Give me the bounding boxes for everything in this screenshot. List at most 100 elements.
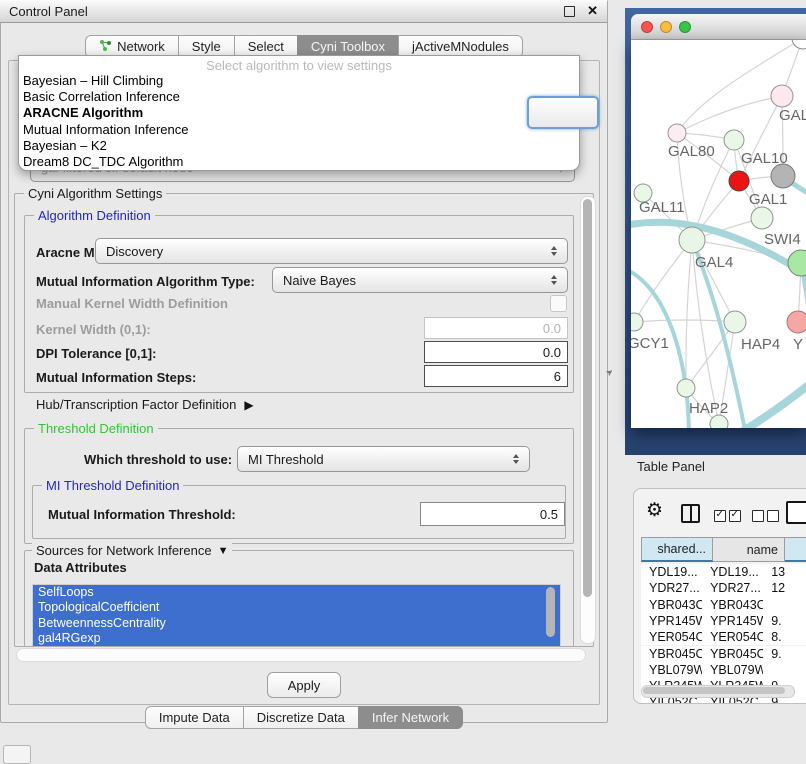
column-header[interactable]: A xyxy=(785,537,806,562)
tab-label: Select xyxy=(248,36,284,57)
minimize-traffic-light[interactable] xyxy=(660,21,672,33)
table-cell: YPR145W xyxy=(702,613,763,629)
table-row[interactable]: YBL079WYBL079W xyxy=(641,662,806,678)
table-row[interactable]: YDL19...YDL19...13 xyxy=(641,564,806,580)
table-cell: YBR045C xyxy=(641,646,702,662)
which-threshold-label: Which threshold to use: xyxy=(84,452,232,467)
mi-type-value: Naive Bayes xyxy=(283,273,356,288)
checkbox-unchecked-icon xyxy=(752,510,764,522)
cyni-settings-legend: Cyni Algorithm Settings xyxy=(24,186,166,201)
table-hscrollbar[interactable] xyxy=(641,685,795,698)
mi-steps-field[interactable]: 6 xyxy=(424,365,568,387)
node-unlabeled-green[interactable] xyxy=(788,250,806,276)
network-window-titlebar[interactable] xyxy=(631,14,806,40)
algorithm-definition-legend: Algorithm Definition xyxy=(34,208,155,223)
zoom-traffic-light[interactable] xyxy=(679,21,691,33)
mi-threshold-field[interactable]: 0.5 xyxy=(420,502,565,526)
table-row[interactable]: YBR043CYBR043C xyxy=(641,597,806,613)
which-threshold-combo[interactable]: MI Threshold xyxy=(237,446,530,472)
attribute-item[interactable]: TopologicalCoefficient xyxy=(33,600,560,615)
table-row[interactable]: YBR045CYBR045C9. xyxy=(641,646,806,662)
control-panel-titlebar: Control Panel ✕ xyxy=(0,0,607,23)
kernel-width-label: Kernel Width (0,1): xyxy=(36,322,151,337)
dropdown-item[interactable]: Dream8 DC_TDC Algorithm xyxy=(19,154,579,170)
settings-vscrollbar-thumb[interactable] xyxy=(583,199,592,597)
gear-icon[interactable]: ⚙ xyxy=(646,499,663,522)
expand-arrow-icon[interactable]: ▼ xyxy=(218,545,229,557)
node-gal1[interactable] xyxy=(729,171,749,191)
node-unlabeled-gray[interactable] xyxy=(771,164,795,188)
node-gal80[interactable] xyxy=(668,124,686,142)
collapse-arrow-icon[interactable]: ▶ xyxy=(244,398,253,412)
dropdown-item[interactable]: Bayesian – Hill Climbing xyxy=(19,73,579,89)
attribute-item[interactable]: SelfLoops xyxy=(33,585,560,600)
sources-legend-label: Sources for Network Inference xyxy=(36,543,212,558)
node-label: GAL xyxy=(779,107,806,124)
node-gal4[interactable] xyxy=(679,227,705,253)
table-row[interactable]: YDR27...YDR27...12 xyxy=(641,580,806,596)
table-hscrollbar-thumb[interactable] xyxy=(643,687,785,694)
close-icon[interactable]: ✕ xyxy=(587,3,598,19)
settings-vscrollbar[interactable] xyxy=(580,196,596,644)
table-row[interactable]: YPR145WYPR145W9. xyxy=(641,613,806,629)
settings-hscrollbar[interactable] xyxy=(16,648,586,662)
checkbox-unchecked-icon xyxy=(767,510,779,522)
new-table-icon[interactable] xyxy=(786,501,806,524)
node-salmon[interactable] xyxy=(787,311,806,333)
attr-list-scrollbar-thumb[interactable] xyxy=(546,587,555,637)
dropdown-item[interactable]: Mutual Information Inference xyxy=(19,122,579,138)
apply-button-label: Apply xyxy=(288,678,321,693)
node-label: SWI4 xyxy=(764,231,801,248)
bottom-tab-infer-network[interactable]: Infer Network xyxy=(358,706,463,729)
hub-definition-toggle[interactable]: Hub/Transcription Factor Definition ▶ xyxy=(36,397,254,412)
dropdown-item[interactable]: Bayesian – K2 xyxy=(19,138,579,154)
node-label: GAL11 xyxy=(639,199,685,216)
show-selected-columns-icon[interactable] xyxy=(714,509,744,527)
kernel-width-value: 0.0 xyxy=(543,321,561,336)
hide-columns-icon[interactable] xyxy=(752,509,782,527)
node-hap4[interactable] xyxy=(724,311,746,333)
column-header[interactable]: name xyxy=(713,537,785,562)
column-header[interactable]: shared... xyxy=(641,537,713,562)
minimized-panel-button[interactable] xyxy=(3,745,31,764)
float-window-icon[interactable] xyxy=(564,6,575,17)
threshold-definition-legend: Threshold Definition xyxy=(34,421,158,436)
sources-legend[interactable]: Sources for Network Inference ▼ xyxy=(32,543,232,558)
dropdown-item[interactable]: Basic Correlation Inference xyxy=(19,89,579,105)
aracne-mode-combo[interactable]: Discovery xyxy=(95,238,568,264)
manual-kernel-checkbox[interactable] xyxy=(550,295,567,312)
kernel-width-field[interactable]: 0.0 xyxy=(424,317,568,339)
network-edge xyxy=(686,240,692,388)
attribute-item[interactable]: BetweennessCentrality xyxy=(33,616,560,631)
mi-type-combo[interactable]: Naive Bayes xyxy=(272,267,568,293)
table-cell: YBL079W xyxy=(702,662,763,678)
bottom-tab-discretize-data[interactable]: Discretize Data xyxy=(243,706,359,729)
node-label: GCY1 xyxy=(631,335,669,352)
node-hap2[interactable] xyxy=(677,379,695,397)
split-columns-icon[interactable] xyxy=(681,504,700,523)
dropdown-item[interactable]: ARACNE Algorithm xyxy=(19,105,579,121)
stepper-arrows-icon xyxy=(551,246,558,256)
table-cell: 12 xyxy=(763,580,806,596)
dpi-tolerance-field[interactable]: 0.0 xyxy=(424,341,568,363)
node-swi4[interactable] xyxy=(751,207,773,229)
stepper-arrows-icon xyxy=(513,454,520,464)
network-view-canvas[interactable]: GALGAL80GAL10GAL1GAL11SWI4GAL4GCY1HAP4YH… xyxy=(631,40,806,428)
data-attributes-label: Data Attributes xyxy=(34,560,127,575)
node-gal10[interactable] xyxy=(724,130,744,150)
table-row[interactable]: YER054CYER054C8. xyxy=(641,629,806,645)
attribute-item[interactable]: gal4RGexp xyxy=(33,631,560,646)
which-threshold-value: MI Threshold xyxy=(248,452,324,467)
table-cell: 9. xyxy=(763,613,806,629)
node-gcy1[interactable] xyxy=(631,313,643,331)
mi-threshold-legend: MI Threshold Definition xyxy=(42,478,183,493)
bottom-tab-impute-data[interactable]: Impute Data xyxy=(145,706,244,729)
hub-definition-label: Hub/Transcription Factor Definition xyxy=(36,397,236,412)
node-gal7[interactable] xyxy=(771,85,793,107)
node-unlabeled-top[interactable] xyxy=(792,40,806,49)
apply-button[interactable]: Apply xyxy=(267,672,341,698)
table-cell: YDR27... xyxy=(702,580,763,596)
focused-combo-sliver[interactable] xyxy=(527,96,599,129)
node-label: HAP2 xyxy=(689,400,728,417)
close-traffic-light[interactable] xyxy=(641,21,653,33)
